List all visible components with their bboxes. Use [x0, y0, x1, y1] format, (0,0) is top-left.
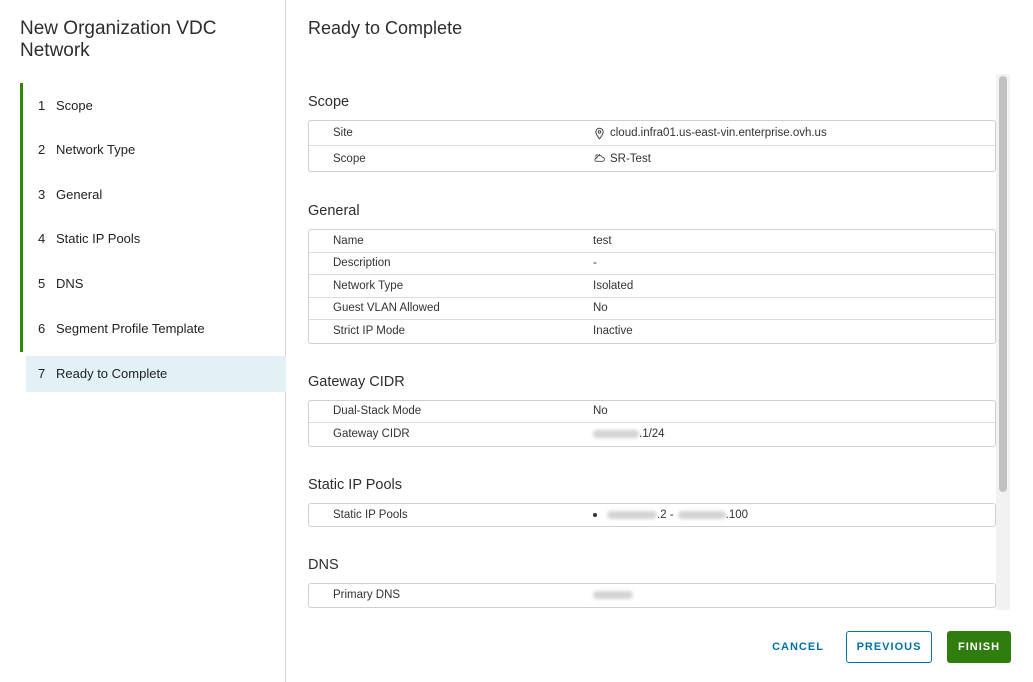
step-number: 3 [38, 186, 46, 202]
cancel-button[interactable]: CANCEL [760, 631, 836, 663]
row-value: cloud.infra01.us-east-vin.enterprise.ovh… [593, 127, 827, 140]
table-row: Static IP Pools .2 - .100 [309, 504, 995, 527]
step-label: Segment Profile Template [56, 321, 205, 336]
step-general[interactable]: 3 General [20, 172, 286, 217]
site-value: cloud.infra01.us-east-vin.enterprise.ovh… [610, 127, 827, 139]
row-key: Network Type [333, 279, 404, 292]
row-key: Description [333, 257, 391, 270]
previous-button[interactable]: PREVIOUS [846, 631, 932, 663]
row-key: Scope [333, 152, 366, 165]
bullet [593, 512, 597, 517]
location-pin-icon [595, 127, 604, 140]
table-row: Scope SR-Test [309, 146, 995, 171]
section-title: Scope [308, 94, 350, 110]
row-value: .2 - .100 [593, 509, 748, 521]
finish-button[interactable]: FINISH [947, 631, 1011, 663]
cloud-org-icon [594, 153, 605, 162]
step-number: 7 [38, 366, 46, 381]
table-row: Name test [309, 230, 995, 253]
row-value: - [593, 257, 597, 270]
row-key: Primary DNS [333, 589, 401, 602]
section-general: General Name test Description - Network … [308, 203, 996, 344]
page-title: Ready to Complete [308, 18, 463, 38]
row-key: Strict IP Mode [333, 325, 406, 338]
step-network-type[interactable]: 2 Network Type [20, 127, 286, 172]
section-title: Gateway CIDR [308, 373, 405, 390]
pool-start-suffix: .2 - [657, 508, 674, 521]
step-label: General [56, 186, 103, 202]
general-table: Name test Description - Network Type Iso… [308, 229, 996, 344]
row-key: Dual-Stack Mode [333, 405, 422, 418]
step-number: 4 [38, 231, 46, 247]
row-key: Static IP Pools [333, 508, 408, 521]
step-number: 1 [38, 97, 46, 113]
step-label: Network Type [56, 142, 136, 158]
step-label: Ready to Complete [56, 366, 168, 381]
table-row: Gateway CIDR .1/24 [309, 423, 995, 446]
row-key: Guest VLAN Allowed [333, 302, 440, 315]
section-title: Static IP Pools [308, 476, 403, 493]
section-title: General [308, 203, 360, 219]
table-row: Network Type Isolated [309, 275, 995, 298]
redacted-ip [677, 510, 726, 519]
table-row: Strict IP Mode Inactive [309, 320, 995, 343]
wizard-steps: 1 Scope 2 Network Type 3 General 4 Stati… [20, 83, 286, 392]
row-value [593, 591, 633, 600]
content-scrollbar[interactable] [996, 74, 1010, 610]
section-gateway-cidr: Gateway CIDR Dual-Stack Mode No Gateway … [308, 374, 996, 447]
scope-value: SR-Test [610, 152, 651, 165]
redacted-ip [593, 430, 639, 439]
section-dns: DNS Primary DNS [308, 557, 996, 608]
wizard-sidebar: New Organization VDC Network 1 Scope 2 N… [0, 0, 286, 682]
section-scope: Scope Site cloud.infra01.us-east-vin.ent… [308, 94, 996, 172]
dns-table: Primary DNS [308, 583, 996, 608]
row-value: No [593, 302, 608, 315]
step-dns[interactable]: 5 DNS [20, 261, 286, 306]
row-value: No [593, 405, 608, 418]
row-key: Name [333, 234, 364, 247]
step-scope[interactable]: 1 Scope [20, 83, 286, 128]
row-value: Isolated [593, 279, 634, 292]
redacted-ip [607, 510, 657, 519]
row-value: SR-Test [593, 152, 651, 165]
gateway-cidr-suffix: .1/24 [639, 428, 665, 441]
step-label: Scope [56, 97, 93, 113]
step-label: DNS [56, 275, 84, 291]
row-value: Inactive [593, 325, 633, 338]
section-static-ip-pools: Static IP Pools Static IP Pools .2 - .10… [308, 476, 996, 527]
wizard-title: New Organization VDC Network [20, 18, 217, 61]
pool-end-suffix: .100 [725, 508, 749, 521]
step-number: 6 [38, 321, 46, 336]
scrollbar-thumb[interactable] [999, 76, 1007, 492]
table-row: Dual-Stack Mode No [309, 401, 995, 423]
step-number: 2 [38, 142, 46, 158]
pools-table: Static IP Pools .2 - .100 [308, 502, 996, 527]
table-row: Primary DNS [309, 584, 995, 607]
row-key: Site [333, 127, 353, 139]
row-value: test [593, 234, 612, 247]
step-label: Static IP Pools [56, 231, 141, 247]
section-title: DNS [308, 557, 339, 573]
step-number: 5 [38, 275, 46, 291]
table-row: Description - [309, 253, 995, 275]
row-value: .1/24 [593, 428, 665, 440]
table-row: Guest VLAN Allowed No [309, 298, 995, 320]
step-ready-to-complete[interactable]: 7 Ready to Complete [26, 355, 286, 392]
wizard-main: Ready to Complete Scope Site cloud.infra… [286, 0, 1033, 682]
row-key: Gateway CIDR [333, 428, 410, 441]
scope-table: Site cloud.infra01.us-east-vin.enterpris… [308, 120, 996, 172]
step-static-ip-pools[interactable]: 4 Static IP Pools [20, 216, 286, 261]
gateway-table: Dual-Stack Mode No Gateway CIDR .1/24 [308, 399, 996, 447]
table-row: Site cloud.infra01.us-east-vin.enterpris… [309, 121, 995, 146]
step-segment-profile-template[interactable]: 6 Segment Profile Template [20, 305, 286, 352]
redacted-ip [593, 591, 633, 600]
summary-content: Scope Site cloud.infra01.us-east-vin.ent… [308, 74, 996, 610]
